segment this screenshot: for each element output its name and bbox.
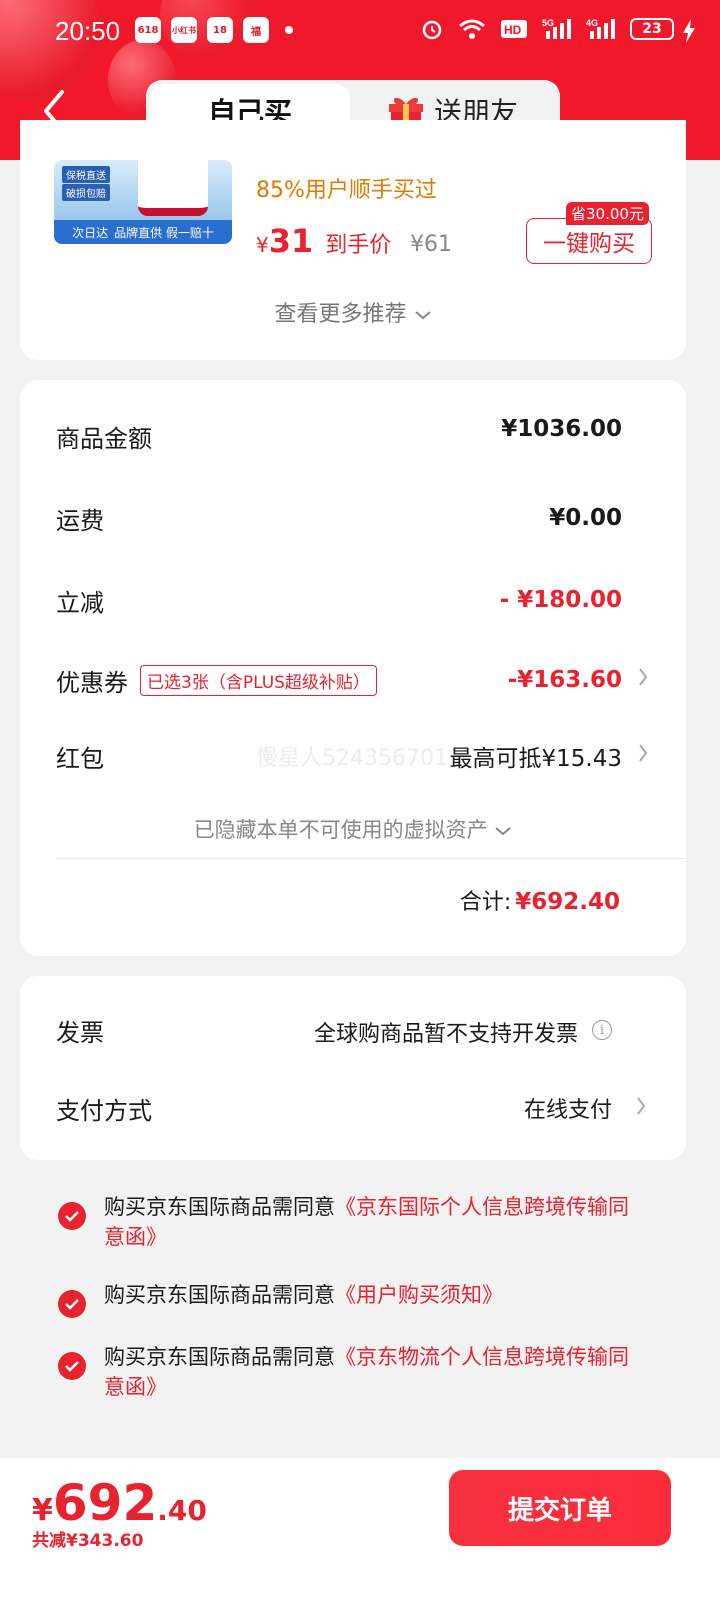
product-image[interactable]: 保税直送 破损包赔 次日达 品牌直供 假一赔十 (54, 160, 232, 244)
agreement-text: 购买京东国际商品需同意《用户购买须知》 (104, 1280, 503, 1318)
chevron-down-icon (414, 311, 431, 320)
more-label: 查看更多推荐 (274, 302, 407, 327)
coupon-value: -¥163.60 (507, 667, 622, 693)
instant-discount-row: 立减 - ¥180.00 (56, 580, 622, 620)
total-label: 合计: (459, 890, 512, 915)
chevron-right-icon (638, 743, 648, 769)
original-price: ¥61 (410, 232, 452, 257)
battery-icon: 23 (630, 18, 674, 40)
charging-icon (682, 19, 696, 49)
chevron-right-icon (636, 1096, 646, 1120)
submit-order-button[interactable]: 提交订单 (449, 1470, 671, 1546)
checkbox-checked-icon[interactable] (58, 1202, 86, 1230)
checkbox-checked-icon[interactable] (58, 1290, 86, 1318)
signal-5g-icon: 5G (542, 17, 572, 41)
currency-symbol: ¥ (256, 233, 269, 257)
alarm-icon (420, 17, 444, 41)
status-time: 20:50 (55, 16, 121, 46)
goods-amount-value: ¥1036.00 (501, 416, 622, 442)
payment-method-label: 支付方式 (56, 1096, 152, 1125)
system-icons: HD 5G 4G 23 (420, 17, 674, 41)
product-bottle (138, 160, 208, 216)
price-label: 到手价 (325, 233, 392, 258)
status-bar: 20:50 618 小红书 18 福 HD 5G 4G 23 (0, 0, 720, 64)
info-icon[interactable]: i (592, 1020, 612, 1040)
agreement-prefix: 购买京东国际商品需同意 (104, 1195, 335, 1219)
checkbox-checked-icon[interactable] (58, 1352, 86, 1380)
invoice-payment-card: 发票 全球购商品暂不支持开发票 i 支付方式 在线支付 (20, 976, 686, 1160)
red-packet-value: 最高可抵¥15.43 (449, 746, 622, 772)
svg-text:5G: 5G (542, 18, 554, 28)
watermark: 慢星人524356701 (256, 746, 448, 771)
red-packet-row[interactable]: 红包 慢星人524356701 最高可抵¥15.43 (56, 736, 648, 776)
checkout-bar: ¥ 692 .40 共减¥343.60 提交订单 (0, 1458, 720, 1600)
hidden-assets-label: 已隐藏本单不可使用的虚拟资产 (193, 818, 488, 842)
coupon-row[interactable]: 优惠券 已选3张（含PLUS超级补贴） -¥163.60 (56, 660, 648, 700)
agreement-prefix: 购买京东国际商品需同意 (104, 1345, 335, 1369)
signal-4g-icon: 4G (586, 17, 616, 41)
agreement-link[interactable]: 《用户购买须知》 (335, 1283, 503, 1307)
image-slogan: 品牌直供 假一赔十 (114, 225, 214, 240)
invoice-value: 全球购商品暂不支持开发票 (313, 1022, 578, 1047)
final-price: ¥ 692 .40 (32, 1474, 207, 1532)
shipping-row: 运费 ¥0.00 (56, 498, 622, 538)
agreement-item: 购买京东国际商品需同意《京东物流个人信息跨境传输同意函》 (58, 1342, 638, 1402)
recommendation-price: ¥ 31 到手价 (256, 222, 391, 260)
app-xiaohongshu-icon: 小红书 (171, 17, 197, 43)
battery-level: 23 (642, 21, 662, 37)
price-value: 31 (268, 222, 314, 260)
agreement-item: 购买京东国际商品需同意《京东国际个人信息跨境传输同意函》 (58, 1192, 638, 1252)
instant-discount-label: 立减 (56, 588, 104, 617)
recommendation-card: 保税直送 破损包赔 次日达 品牌直供 假一赔十 85%用户顺手买过 ¥ 31 到… (20, 120, 686, 360)
agreement-prefix: 购买京东国际商品需同意 (104, 1283, 335, 1307)
divider (56, 858, 686, 859)
invoice-label: 发票 (56, 1018, 104, 1047)
red-packet-label: 红包 (56, 744, 104, 773)
image-tag: 保税直送 (62, 166, 110, 183)
coupon-label: 优惠券 (56, 668, 128, 697)
wifi-icon (458, 18, 486, 40)
currency-symbol: ¥ (32, 1493, 53, 1528)
total-value: ¥692.40 (515, 889, 620, 915)
image-banner: 次日达 品牌直供 假一赔十 (54, 220, 232, 244)
price-decimal: .40 (157, 1494, 207, 1527)
total-row: 合计: ¥692.40 (460, 884, 620, 916)
notification-dot (285, 26, 293, 34)
svg-text:HD: HD (504, 23, 522, 37)
save-badge: 省30.00元 (566, 202, 649, 225)
instant-discount-value: - ¥180.00 (499, 587, 622, 613)
image-tag: 破损包赔 (62, 184, 110, 201)
more-recommendations-link[interactable]: 查看更多推荐 (20, 296, 686, 328)
notification-icons: 618 小红书 18 福 (135, 17, 269, 43)
hidden-assets-toggle[interactable]: 已隐藏本单不可使用的虚拟资产 (20, 814, 686, 844)
agreement-text: 购买京东国际商品需同意《京东国际个人信息跨境传输同意函》 (104, 1192, 638, 1252)
coupon-selected-tag: 已选3张（含PLUS超级补贴） (140, 664, 377, 696)
chevron-down-icon (495, 827, 511, 836)
app-618-icon: 618 (135, 17, 161, 43)
shipping-label: 运费 (56, 506, 104, 535)
users-bought-text: 85%用户顺手买过 (256, 178, 437, 203)
chevron-right-icon (638, 667, 648, 693)
svg-text:4G: 4G (586, 18, 598, 28)
payment-method-value: 在线支付 (523, 1098, 612, 1123)
goods-amount-label: 商品金额 (56, 424, 152, 453)
price-integer: 692 (52, 1474, 158, 1532)
hd-icon: HD (500, 19, 528, 39)
agreement-item: 购买京东国际商品需同意《用户购买须知》 (58, 1280, 638, 1318)
price-summary-card: 商品金额 ¥1036.00 运费 ¥0.00 立减 - ¥180.00 优惠券 … (20, 380, 686, 956)
total-saved: 共减¥343.60 (32, 1531, 144, 1551)
agreement-text: 购买京东国际商品需同意《京东物流个人信息跨境传输同意函》 (104, 1342, 638, 1402)
image-logo: 次日达 (72, 225, 109, 240)
shipping-value: ¥0.00 (549, 505, 622, 531)
app-fu-icon: 福 (243, 17, 269, 43)
app-18-icon: 18 (207, 17, 233, 43)
goods-amount-row: 商品金额 ¥1036.00 (56, 416, 622, 456)
